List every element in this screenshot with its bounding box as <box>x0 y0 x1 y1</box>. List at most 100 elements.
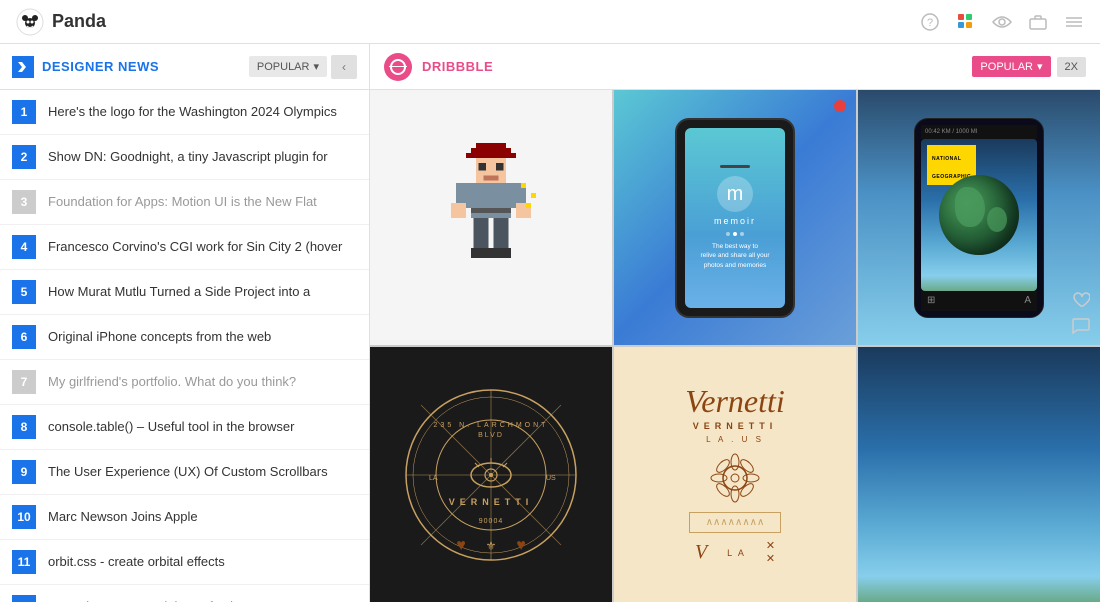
natgeo-phone-mockup: 00:42 KM / 1000 MI NATIONALGEOGRAPHIC ⊞ … <box>914 118 1044 318</box>
vernetti-script-text: Vernetti <box>685 385 785 417</box>
memoir-m-letter: m <box>727 183 744 206</box>
news-item-text: How Pixar uses a rainbow of colors <box>48 599 251 602</box>
vernetti-dark-badge: 235 N. LARCHMONT BLVD LA US 90004 VERNET… <box>391 375 591 575</box>
memoir-screen: m memoir The best way torelive and share… <box>685 128 785 308</box>
grid-item-6[interactable] <box>858 347 1100 602</box>
natgeo-screen: NATIONALGEOGRAPHIC <box>921 139 1037 291</box>
news-item[interactable]: 5How Murat Mutlu Turned a Side Project i… <box>0 270 369 315</box>
news-item-number: 9 <box>12 460 36 484</box>
svg-text:BLVD: BLVD <box>478 432 504 439</box>
dn-nav-arrow[interactable]: ‹ <box>331 55 357 79</box>
chevron-down-icon: ▾ <box>1037 60 1043 73</box>
vernetti-bottom-logos: V L A ✕ ✕ <box>695 541 775 565</box>
news-item[interactable]: 10 Marc Newson Joins Apple <box>0 495 369 540</box>
natgeo-grid-icon: ⊞ <box>927 295 935 306</box>
dribbble-panel: DRIBBBLE POPULAR ▾ 2X <box>370 44 1100 602</box>
news-item-number: 7 <box>12 370 36 394</box>
comment-icon[interactable] <box>1070 315 1092 337</box>
news-item[interactable]: 4 Francesco Corvino's CGI work for Sin Ci… <box>0 225 369 270</box>
memoir-tagline: The best way torelive and share all your… <box>694 242 775 269</box>
help-icon[interactable]: ? <box>920 12 940 32</box>
news-item[interactable]: 12 How Pixar uses a rainbow of colors <box>0 585 369 602</box>
grid-item-memoir[interactable]: m memoir The best way torelive and share… <box>614 90 856 345</box>
x-mark-1: ✕ <box>766 541 775 552</box>
news-item-number: 1 <box>12 100 36 124</box>
natgeo-time: 00:42 KM / 1000 MI <box>925 129 977 135</box>
svg-text:?: ? <box>927 17 933 29</box>
action-icons <box>1062 281 1100 345</box>
news-item[interactable]: 8 console.table() – Useful tool in the br… <box>0 405 369 450</box>
vernetti-flower-icon <box>705 448 765 508</box>
natgeo-bg-bottom <box>858 347 1100 602</box>
dribbble-sort-button[interactable]: POPULAR ▾ <box>972 56 1050 77</box>
news-list: 1 Here's the logo for the Washington 2024… <box>0 90 369 602</box>
news-item-text: orbit.css - create orbital effects <box>48 554 225 571</box>
natgeo-font-icon: A <box>1024 295 1031 306</box>
memoir-pagination <box>726 232 744 236</box>
news-item-number: 10 <box>12 505 36 529</box>
news-item-text: Here's the logo for the Washington 2024 … <box>48 104 337 121</box>
vernetti-zigzag-banner: ∧∧∧∧∧∧∧∧ <box>689 512 782 533</box>
grid-item-natgeo[interactable]: 00:42 KM / 1000 MI NATIONALGEOGRAPHIC ⊞ … <box>858 90 1100 345</box>
news-item[interactable]: 1 Here's the logo for the Washington 2024… <box>0 90 369 135</box>
news-item[interactable]: 11 orbit.css - create orbital effects <box>0 540 369 585</box>
dribbble-title: DRIBBBLE <box>422 59 972 74</box>
news-item-number: 11 <box>12 550 36 574</box>
svg-text:US: US <box>546 475 556 482</box>
news-item-number: 4 <box>12 235 36 259</box>
grid-item-vernetti-dark[interactable]: 235 N. LARCHMONT BLVD LA US 90004 VERNET… <box>370 347 612 602</box>
heart-icon[interactable] <box>1070 289 1092 311</box>
briefcase-icon[interactable] <box>1028 12 1048 32</box>
news-item-number: 8 <box>12 415 36 439</box>
dot-1 <box>726 232 730 236</box>
news-item[interactable]: 2 Show DN: Goodnight, a tiny Javascript p… <box>0 135 369 180</box>
grid-icon[interactable] <box>956 12 976 32</box>
memoir-brand-text: memoir <box>714 216 756 226</box>
dribbble-grid: m memoir The best way torelive and share… <box>370 90 1100 602</box>
svg-text:235 N. LARCHMONT: 235 N. LARCHMONT <box>434 422 549 429</box>
news-item[interactable]: 7 My girlfriend's portfolio. What do you … <box>0 360 369 405</box>
vernetti-subtitle: VERNETTI <box>693 421 778 431</box>
pixel-art-character <box>441 138 541 298</box>
news-item-number: 2 <box>12 145 36 169</box>
logo-area: Panda <box>16 8 920 36</box>
news-item-text: console.table() – Useful tool in the bro… <box>48 419 294 436</box>
news-item-text: How Murat Mutlu Turned a Side Project in… <box>48 284 310 301</box>
vernetti-x-marks: ✕ ✕ <box>766 541 775 565</box>
news-item-text: Show DN: Goodnight, a tiny Javascript pl… <box>48 149 328 166</box>
natgeo-brand: NATIONALGEOGRAPHIC <box>932 156 971 180</box>
vernetti-la: L A <box>727 548 746 558</box>
news-item-text: Foundation for Apps: Motion UI is the Ne… <box>48 194 317 211</box>
dribbble-inner <box>390 59 406 75</box>
dn-icon <box>12 56 34 78</box>
news-item[interactable]: 9The User Experience (UX) Of Custom Scro… <box>0 450 369 495</box>
svg-text:LA: LA <box>429 475 438 482</box>
svg-text:⚜: ⚜ <box>486 539 497 553</box>
designer-news-panel: DESIGNER NEWS POPULAR ▾ ‹ 1Here's the lo… <box>0 44 370 602</box>
news-item-text: My girlfriend's portfolio. What do you t… <box>48 374 296 391</box>
header-actions: ? <box>920 12 1084 32</box>
news-item-text: Francesco Corvino's CGI work for Sin Cit… <box>48 239 342 256</box>
chevron-down-icon: ▾ <box>313 60 319 73</box>
vernetti-zigzag-text: ∧∧∧∧∧∧∧∧ <box>706 517 765 528</box>
earth-globe <box>939 175 1019 255</box>
news-item-number: 12 <box>12 595 36 602</box>
memoir-logo-circle: m <box>717 176 753 212</box>
x-mark-2: ✕ <box>766 554 775 565</box>
app-header: Panda ? <box>0 0 1100 44</box>
dn-sort-button[interactable]: POPULAR ▾ <box>249 56 327 77</box>
app-title: Panda <box>52 11 106 32</box>
grid-item-vernetti-light[interactable]: Vernetti VERNETTI L A . U S <box>614 347 856 602</box>
svg-text:♥: ♥ <box>456 537 466 554</box>
dot-3 <box>740 232 744 236</box>
news-item[interactable]: 6Original iPhone concepts from the web <box>0 315 369 360</box>
news-item[interactable]: 3Foundation for Apps: Motion UI is the N… <box>0 180 369 225</box>
vernetti-light-content: Vernetti VERNETTI L A . U S <box>673 373 797 577</box>
grid-item-pixel[interactable] <box>370 90 612 345</box>
news-item-text: Marc Newson Joins Apple <box>48 509 198 526</box>
eye-icon[interactable] <box>992 12 1012 32</box>
dribbble-header: DRIBBBLE POPULAR ▾ 2X <box>370 44 1100 90</box>
menu-icon[interactable] <box>1064 12 1084 32</box>
dribbble-zoom-button[interactable]: 2X <box>1057 57 1086 77</box>
svg-text:VERNETTI: VERNETTI <box>449 497 534 507</box>
